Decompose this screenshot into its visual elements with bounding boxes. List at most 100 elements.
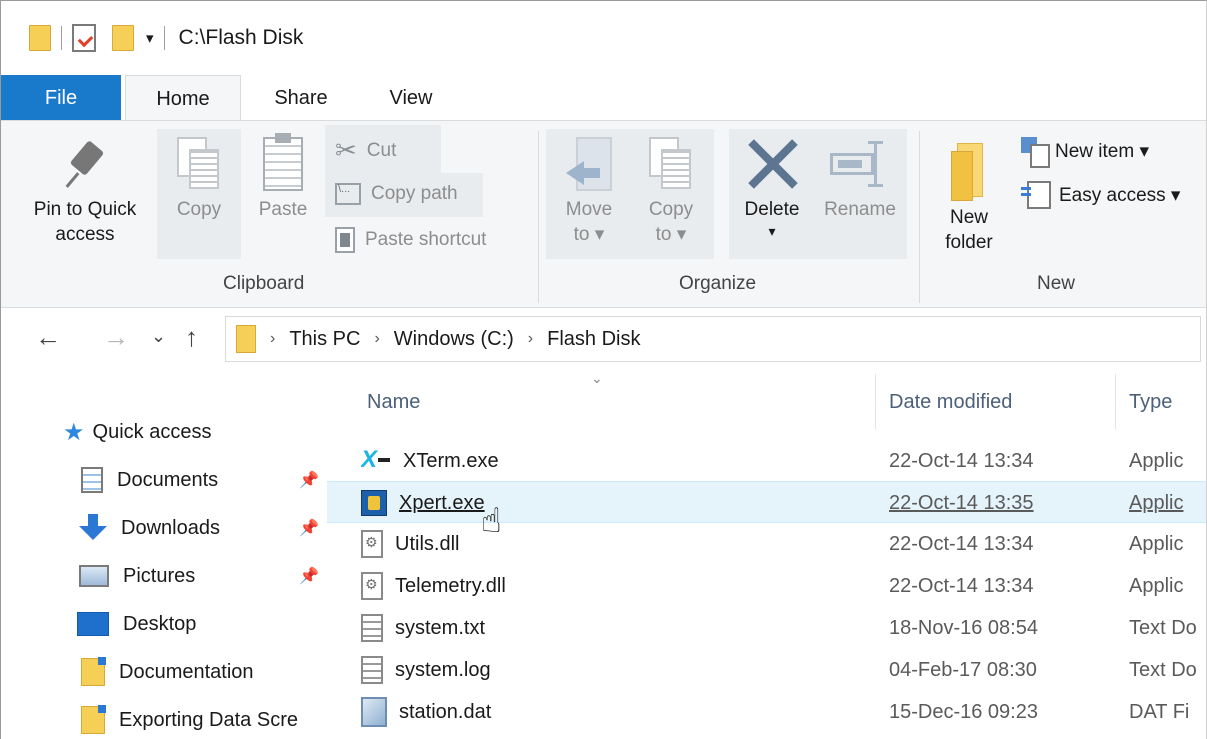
forward-arrow-icon[interactable]: → — [103, 322, 129, 353]
pin-icon[interactable]: 📌 — [299, 566, 319, 586]
tab-view[interactable]: View — [361, 75, 461, 121]
explorer-window: ▾ C:\Flash Disk File Home Share View Pin… — [0, 0, 1207, 739]
copy-path-button[interactable]: Copy path — [335, 183, 458, 205]
navigation-pane: ★ Quick access Documents 📌 Downloads 📌 P… — [1, 370, 327, 739]
file-row-xpert[interactable]: Xpert.exe 22-Oct-14 13:35 Applic — [327, 481, 1206, 523]
ribbon-tabs: File Home Share View — [1, 75, 1206, 123]
file-type: Applic — [1129, 491, 1184, 514]
paste-label: Paste — [258, 199, 308, 220]
nav-item-documentation[interactable]: Documentation — [1, 650, 327, 694]
new-folder-label-line1: New — [949, 207, 988, 228]
copy-button[interactable]: Copy — [159, 137, 239, 222]
dll-icon — [361, 572, 383, 600]
nav-item-pictures[interactable]: Pictures 📌 — [1, 554, 327, 598]
chevron-down-icon[interactable]: ▾ — [733, 222, 811, 240]
nav-item-label: Desktop — [123, 612, 197, 635]
delete-label: Delete — [744, 199, 800, 220]
column-header-date-modified[interactable]: Date modified — [889, 378, 1012, 426]
copy-to-button[interactable]: Copy to ▾ — [633, 137, 709, 247]
text-file-icon — [361, 656, 383, 684]
group-divider — [919, 131, 920, 303]
nav-item-label: Downloads — [121, 516, 220, 539]
move-to-label-line2: to ▾ — [573, 224, 605, 245]
file-type: Text Do — [1129, 616, 1197, 639]
address-bar[interactable]: › This PC › Windows (C:) › Flash Disk — [225, 316, 1201, 362]
file-type: Applic — [1129, 574, 1184, 597]
file-row-utils[interactable]: Utils.dll 22-Oct-14 13:34 Applic — [327, 523, 1206, 565]
pin-icon[interactable]: 📌 — [299, 470, 319, 490]
column-header-name[interactable]: Name — [367, 378, 420, 426]
rename-icon — [830, 137, 890, 191]
text-file-icon — [361, 614, 383, 642]
properties-icon[interactable] — [72, 24, 96, 52]
tab-file[interactable]: File — [1, 75, 121, 121]
pin-to-quick-access-button[interactable]: Pin to Quick access — [15, 141, 155, 247]
file-row-station-dat[interactable]: station.dat 15-Dec-16 09:23 DAT Fi — [327, 691, 1206, 733]
folder-icon — [81, 705, 106, 734]
column-divider[interactable] — [875, 374, 876, 430]
documents-icon — [81, 467, 103, 493]
column-header-type[interactable]: Type — [1129, 378, 1172, 426]
file-row-xterm[interactable]: XTerm.exe 22-Oct-14 13:34 Applic — [327, 440, 1206, 482]
clipboard-icon — [263, 133, 303, 191]
dll-icon — [361, 530, 383, 558]
xterm-icon — [361, 446, 391, 474]
navigation-bar: ← → ⌄ ↑ › This PC › Windows (C:) › Flash… — [1, 308, 1206, 370]
delete-button[interactable]: Delete ▾ — [733, 137, 811, 240]
file-row-system-log[interactable]: system.log 04-Feb-17 08:30 Text Do — [327, 649, 1206, 691]
breadcrumb-separator[interactable]: › — [528, 330, 533, 348]
move-to-label-line1: Move — [565, 199, 613, 220]
new-item-icon — [1021, 137, 1050, 168]
file-row-telemetry[interactable]: Telemetry.dll 22-Oct-14 13:34 Applic — [327, 565, 1206, 607]
nav-item-exporting-data[interactable]: Exporting Data Scre — [1, 698, 327, 739]
nav-item-label: Pictures — [123, 564, 196, 587]
breadcrumb-flash-disk[interactable]: Flash Disk — [547, 328, 640, 351]
pin-icon[interactable]: 📌 — [299, 518, 319, 538]
cut-button[interactable]: ✂ Cut — [335, 135, 396, 166]
customize-qat-dropdown-icon[interactable]: ▾ — [146, 29, 154, 47]
file-row-system-txt[interactable]: system.txt 18-Nov-16 08:54 Text Do — [327, 607, 1206, 649]
easy-access-button[interactable]: Easy access ▾ — [1021, 181, 1180, 209]
rename-label: Rename — [824, 199, 896, 220]
star-icon: ★ — [63, 418, 85, 446]
paste-button[interactable]: Paste — [245, 133, 321, 222]
move-to-button[interactable]: Move to ▾ — [551, 137, 627, 247]
scissors-icon: ✂ — [335, 135, 357, 165]
nav-item-label: Exporting Data Scre — [119, 708, 298, 731]
new-item-button[interactable]: New item ▾ — [1021, 137, 1149, 168]
nav-item-desktop[interactable]: Desktop — [1, 602, 327, 646]
up-arrow-icon[interactable]: ↑ — [185, 322, 198, 353]
tab-home[interactable]: Home — [125, 75, 241, 123]
paste-shortcut-button[interactable]: Paste shortcut — [335, 227, 486, 253]
rename-button[interactable]: Rename — [815, 137, 905, 222]
nav-quick-access[interactable]: ★ Quick access — [1, 410, 327, 454]
copy-icon — [177, 137, 221, 191]
paste-shortcut-label: Paste shortcut — [365, 229, 487, 250]
file-name: Utils.dll — [395, 532, 460, 555]
new-folder-button[interactable]: New folder — [929, 143, 1009, 255]
file-date: 04-Feb-17 08:30 — [889, 658, 1037, 681]
copy-to-icon — [649, 137, 693, 191]
tab-share[interactable]: Share — [253, 75, 349, 121]
breadcrumb-this-pc[interactable]: This PC — [289, 328, 360, 351]
pin-label-line1: Pin to Quick — [33, 199, 137, 220]
copy-label: Copy — [176, 199, 222, 220]
nav-item-documents[interactable]: Documents 📌 — [1, 458, 327, 502]
file-date: 18-Nov-16 08:54 — [889, 616, 1038, 639]
breadcrumb-windows-c[interactable]: Windows (C:) — [394, 328, 514, 351]
group-label-clipboard: Clipboard — [223, 273, 305, 294]
copy-path-label: Copy path — [371, 183, 458, 204]
file-list: ⌄ Name Date modified Type XTerm.exe 22-O… — [327, 370, 1206, 739]
breadcrumb-separator[interactable]: › — [374, 330, 379, 348]
file-type: Applic — [1129, 449, 1184, 472]
recent-locations-chevron-icon[interactable]: ⌄ — [151, 326, 166, 347]
nav-item-downloads[interactable]: Downloads 📌 — [1, 506, 327, 550]
back-arrow-icon[interactable]: ← — [35, 322, 61, 353]
nav-quick-access-label: Quick access — [92, 420, 212, 443]
column-divider[interactable] — [1115, 374, 1116, 430]
copy-path-icon — [335, 183, 361, 205]
file-date: 15-Dec-16 09:23 — [889, 700, 1038, 723]
new-folder-qat-icon[interactable] — [112, 25, 134, 51]
ribbon-home: Pin to Quick access Copy Paste ✂ Cut Cop… — [1, 120, 1206, 308]
folder-icon — [236, 325, 256, 353]
